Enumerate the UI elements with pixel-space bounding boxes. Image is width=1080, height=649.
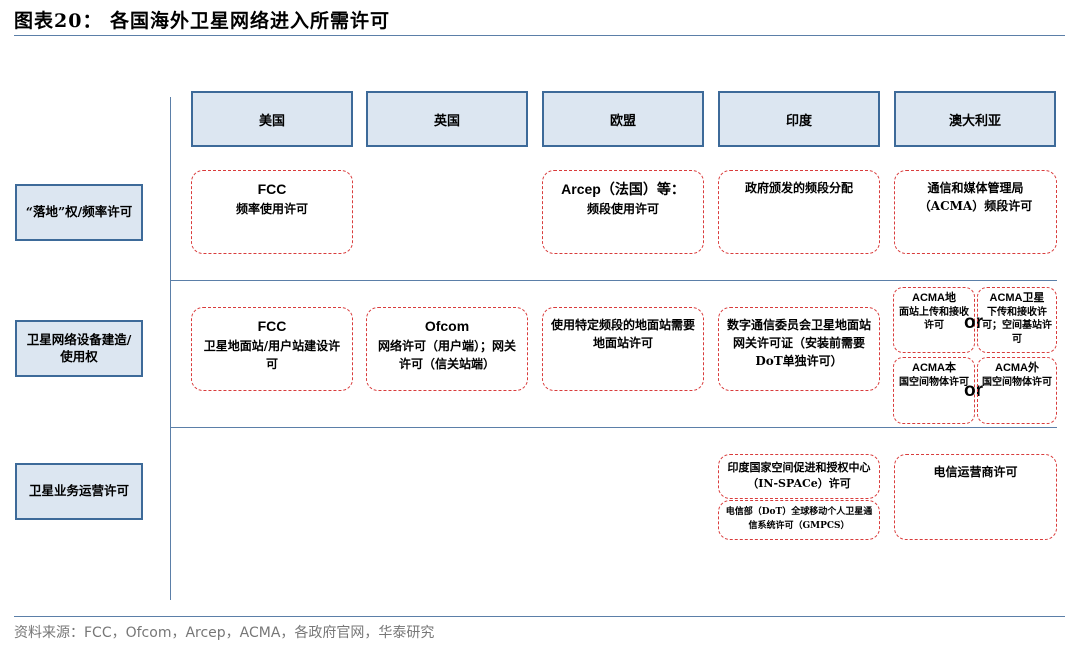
cell-uk-equipment: Ofcom 网络许可（用户端）；网关许可（信关站端） [366,307,528,391]
cell-text: 面站上传和接收许可 [899,306,969,332]
column-header-uk: 英国 [366,91,528,147]
cell-text: 数字通信委员会卫星地面站网关许可证（安装前需要DoT单独许可） [726,318,871,368]
cell-us-spectrum: FCC 频率使用许可 [191,170,353,254]
top-divider [14,35,1065,36]
bottom-divider [14,616,1065,617]
source-note: 资料来源：FCC，Ofcom，Arcep，ACMA，各政府官网，华泰研究 [14,625,435,641]
cell-text: 国空间物体许可 [899,376,969,388]
cell-text: 频段使用许可 [586,202,659,216]
cell-text: 电信运营商许可 [933,465,1018,479]
row-divider-2 [170,427,1057,428]
cell-australia-ground-station: ACMA地 面站上传和接收许可 [893,287,975,353]
cell-heading: Arcep（法国）等： [561,181,685,197]
row-header-operation: 卫星业务运营许可 [15,463,143,520]
cell-us-equipment: FCC 卫星地面站/用户站建设许可 [191,307,353,391]
column-header-us: 美国 [191,91,353,147]
cell-text: 下传和接收许可；空间基站许可 [982,306,1052,345]
row-divider-1 [170,280,1057,281]
figure-title: 图表20： 各国海外卫星网络进入所需许可 [14,10,391,32]
cell-text: 印度国家空间促进和授权中心（IN-SPACe）许可 [727,461,871,490]
cell-india-equipment: 数字通信委员会卫星地面站网关许可证（安装前需要DoT单独许可） [718,307,880,391]
cell-eu-equipment: 使用特定频段的地面站需要地面站许可 [542,307,704,391]
cell-text: 政府颁发的频段分配 [744,181,853,195]
cell-heading: ACMA本 [912,362,956,374]
cell-india-in-space: 印度国家空间促进和授权中心（IN-SPACe）许可 [718,454,880,499]
cell-heading: FCC [257,181,287,197]
cell-text: 电信部（DoT）全球移动个人卫星通信系统许可（GMPCS） [725,507,873,531]
cell-india-spectrum: 政府颁发的频段分配 [718,170,880,254]
cell-australia-operator: 电信运营商许可 [894,454,1057,540]
cell-heading: FCC [257,318,287,334]
cell-text: 卫星地面站/用户站建设许可 [203,339,341,371]
cell-heading: ACMA外 [995,362,1039,374]
cell-australia-spectrum: 通信和媒体管理局（ACMA）频段许可 [894,170,1057,254]
cell-heading: Ofcom [424,318,470,334]
cell-text: 使用特定频段的地面站需要地面站许可 [550,318,695,350]
column-header-australia: 澳大利亚 [894,91,1056,147]
cell-text: 国空间物体许可 [982,376,1052,388]
cell-text: 通信和媒体管理局（ACMA）频段许可 [918,181,1033,213]
cell-eu-spectrum: Arcep（法国）等： 频段使用许可 [542,170,704,254]
cell-australia-foreign-space-object: ACMA外 国空间物体许可 [977,357,1057,424]
cell-text: 频率使用许可 [235,202,308,216]
axis-vertical-line [170,97,171,600]
column-header-india: 印度 [718,91,880,147]
cell-heading: ACMA地 [912,292,956,304]
cell-india-gmpcs: 电信部（DoT）全球移动个人卫星通信系统许可（GMPCS） [718,500,880,540]
row-header-landing-rights: “落地”权/频率许可 [15,184,143,241]
row-header-equipment: 卫星网络设备建造/使用权 [15,320,143,377]
cell-australia-domestic-space-object: ACMA本 国空间物体许可 [893,357,975,424]
cell-heading: ACMA卫星 [989,292,1045,304]
cell-text: 网络许可（用户端）；网关许可（信关站端） [377,339,516,371]
cell-australia-satellite-downlink: ACMA卫星 下传和接收许可；空间基站许可 [977,287,1057,353]
column-header-eu: 欧盟 [542,91,704,147]
